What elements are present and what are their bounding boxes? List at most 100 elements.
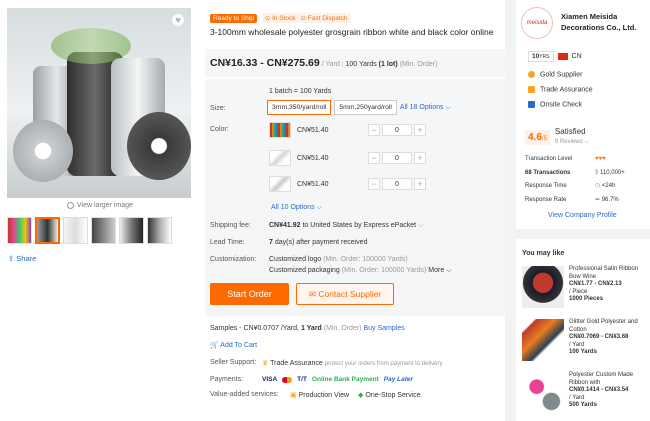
payment-methods: VISA T/T Online Bank Payment Pay Later xyxy=(262,376,413,383)
value-added-label: Value-added services: xyxy=(210,391,279,398)
samples-row: Samples - CN¥0.0707 /Yard, 1 Yard (Min. … xyxy=(210,325,405,332)
color-swatch[interactable] xyxy=(269,150,291,166)
reply-icon: ➦ xyxy=(595,196,601,203)
quantity-input[interactable]: 0 xyxy=(382,124,412,136)
color-row: CN¥51.40 xyxy=(269,122,377,138)
supplier-metrics: Transaction Level ♥♥♥ 68 Transactions $ 11… xyxy=(525,153,645,207)
clock-icon: ◷ xyxy=(595,183,601,189)
home-icon xyxy=(528,101,535,108)
thumbnail-strip xyxy=(7,217,172,244)
china-flag-icon xyxy=(557,53,568,60)
size-options: 3mm,350/yard/roll 5mm,250yard/roll All 1… xyxy=(267,100,451,115)
customization-label: Customization: xyxy=(210,256,257,263)
visa-icon: VISA xyxy=(262,376,278,383)
price-range: CN¥16.33 - CN¥275.69 xyxy=(210,57,320,69)
size-option[interactable]: 5mm,250yard/roll xyxy=(334,100,397,115)
thumbnail[interactable] xyxy=(91,217,116,244)
shield-icon: ♛ xyxy=(262,360,269,367)
size-option-selected[interactable]: 3mm,350/yard/roll xyxy=(267,100,332,115)
box-icon: ◆ xyxy=(358,392,364,399)
favorite-heart-icon[interactable]: ♥ xyxy=(172,14,184,26)
product-thumbnail xyxy=(522,266,564,308)
rating-block: 4.6/5 Satisfied 9 Reviews ⌵ xyxy=(525,127,589,147)
production-view[interactable]: ▣ Production View xyxy=(290,391,349,399)
all-size-options-link[interactable]: All 18 Options ⌵ xyxy=(400,104,451,112)
thumbnail[interactable] xyxy=(7,217,32,244)
plus-button[interactable]: + xyxy=(414,124,426,136)
share-link[interactable]: ⇪ Share xyxy=(8,254,36,263)
trade-assurance: ♛ Trade Assurance protect your orders fr… xyxy=(262,360,443,367)
size-label: Size: xyxy=(210,105,226,112)
main-product-image[interactable]: ♥ xyxy=(7,8,191,198)
product-title: 3-100mm wholesale polyester grosgrain ri… xyxy=(210,27,494,37)
product-thumbnail xyxy=(522,319,564,361)
product-thumbnail xyxy=(522,372,564,414)
recommend-item[interactable]: Polyester Custom Made Ribbon with CN¥0.1… xyxy=(522,372,646,414)
color-label: Color: xyxy=(210,126,229,133)
all-color-options-link[interactable]: All 10 Options ⌵ xyxy=(271,204,322,212)
color-swatch[interactable] xyxy=(269,176,291,192)
in-stock-badge: ⊙ In Stock xyxy=(261,13,299,23)
tt-icon: T/T xyxy=(297,376,307,383)
reviews-link[interactable]: 9 Reviews ⌵ xyxy=(555,139,589,145)
supplier-years: 10YRS CN xyxy=(528,51,582,62)
batch-note: 1 batch = 100 Yards xyxy=(269,88,332,95)
mastercard-icon xyxy=(282,376,293,383)
one-stop-service[interactable]: ◆ One-Stop Service xyxy=(358,391,421,399)
supplier-name[interactable]: Xiamen Meisida Decorations Co., Ltd. xyxy=(561,11,647,33)
thumbnail[interactable] xyxy=(63,217,88,244)
share-icon: ⇪ xyxy=(8,254,15,263)
minus-button[interactable]: − xyxy=(368,152,380,164)
lead-time-value: 7 day(s) after payment received xyxy=(269,239,368,246)
buy-samples-link[interactable]: Buy Samples xyxy=(363,325,404,332)
badge-row: Ready to Ship ⊙ In Stock ⊙ Fast Dispatch xyxy=(210,13,354,23)
quantity-stepper: − 0 + xyxy=(368,124,426,136)
minus-button[interactable]: − xyxy=(368,124,380,136)
lead-time-label: Lead Time: xyxy=(210,239,245,246)
seller-support-label: Seller Support: xyxy=(210,359,257,366)
quantity-stepper: − 0 + xyxy=(368,152,426,164)
plus-button[interactable]: + xyxy=(414,152,426,164)
start-order-button[interactable]: Start Order xyxy=(210,283,289,305)
recommend-item[interactable]: Professional Satin Ribbon Bow Wine CN¥1.… xyxy=(522,266,646,308)
add-to-cart-link[interactable]: 🛒 Add To Cart xyxy=(210,341,257,349)
response-time: Response Time ◷ <24h xyxy=(525,183,616,189)
custom-packaging: Customized packaging (Min. Order: 100000… xyxy=(269,267,452,274)
more-link[interactable]: More ⌵ xyxy=(428,267,451,274)
transactions: 68 Transactions $ 110,000+ xyxy=(525,169,625,176)
gold-medal-icon xyxy=(528,71,535,78)
thumbnail-selected[interactable] xyxy=(35,217,60,244)
diamond-icon: ♥♥♥ xyxy=(595,156,606,162)
contact-supplier-button[interactable]: ✉ Contact Supplier xyxy=(296,283,394,305)
value-added-services: ▣ Production View ◆ One-Stop Service xyxy=(290,391,421,399)
shield-icon xyxy=(528,86,535,93)
recommend-item[interactable]: Glitter Gold Polyester and Cotton CN¥0.7… xyxy=(522,319,646,361)
minus-button[interactable]: − xyxy=(368,178,380,190)
color-swatch[interactable] xyxy=(269,122,291,138)
view-company-profile-link[interactable]: View Company Profile xyxy=(548,212,617,219)
onsite-check: Onsite Check xyxy=(528,101,582,108)
response-rate: Response Rate ➦ 96.7% xyxy=(525,196,619,203)
payments-label: Payments: xyxy=(210,376,244,383)
quantity-input[interactable]: 0 xyxy=(382,178,412,190)
color-row: CN¥51.40 xyxy=(269,176,329,192)
supplier-logo[interactable]: meisida xyxy=(521,7,553,39)
thumbnail[interactable] xyxy=(119,217,144,244)
transaction-level: Transaction Level ♥♥♥ xyxy=(525,153,645,167)
video-icon: ▣ xyxy=(290,392,297,399)
price-row: CN¥16.33 - CN¥275.69 / Yard | 100 Yards … xyxy=(210,57,438,69)
trade-assurance-badge: Trade Assurance xyxy=(528,86,593,93)
thumbnail[interactable] xyxy=(147,217,172,244)
view-larger-link[interactable]: View larger image xyxy=(67,202,133,209)
shipping-info[interactable]: CN¥41.92 to United States by Express ePa… xyxy=(269,222,423,230)
plus-button[interactable]: + xyxy=(414,178,426,190)
fast-dispatch-badge: ⊙ Fast Dispatch xyxy=(297,13,351,23)
cart-icon: 🛒 xyxy=(210,342,219,349)
custom-logo: Customized logo (Min. Order: 100000 Yard… xyxy=(269,256,408,263)
gold-supplier: Gold Supplier xyxy=(528,71,582,78)
quantity-stepper: − 0 + xyxy=(368,178,426,190)
ready-to-ship-badge: Ready to Ship xyxy=(210,14,257,23)
quantity-input[interactable]: 0 xyxy=(382,152,412,164)
shipping-label: Shipping fee: xyxy=(210,222,251,229)
dollar-icon: $ xyxy=(595,169,599,176)
